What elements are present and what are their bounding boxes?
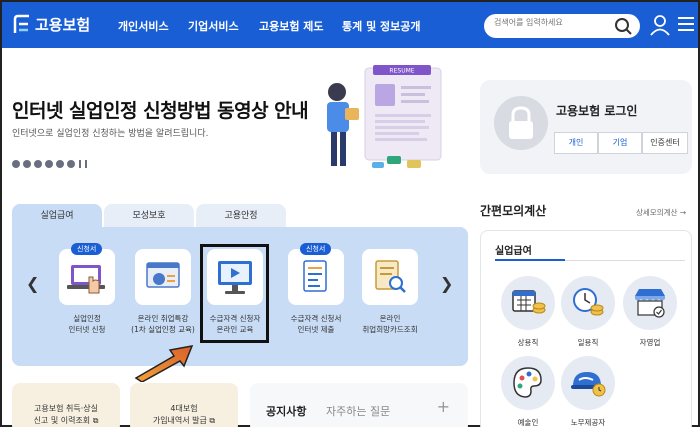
- detailed-calculation-link[interactable]: 상세모의계산 →: [636, 207, 686, 218]
- calc-self-employed[interactable]: 자영업: [622, 276, 678, 348]
- hero-illustration: RESUME: [327, 65, 442, 168]
- calculator-title: 간편모의계산: [480, 204, 547, 218]
- service-icon-box: [362, 249, 418, 305]
- top-navigation-bar: 고용보험 개인서비스 기업서비스 고용보험 제도 통계 및 정보공개: [2, 2, 698, 48]
- logo-mark-icon: [12, 13, 32, 35]
- helmet-clock-icon: [561, 356, 615, 410]
- search-box: [484, 14, 640, 38]
- certificate-center-button[interactable]: 인증센터: [642, 132, 688, 154]
- service-label: 온라인 취업특강 (1차 실업인정 교육): [131, 314, 195, 334]
- laptop-hand-icon: [67, 265, 105, 294]
- login-title: 고용보험 로그인: [556, 104, 638, 118]
- active-underline: [495, 259, 565, 261]
- notice-panel: 공지사항 자주하는 질문 +: [250, 383, 468, 427]
- calc-labor-provider[interactable]: 노무제공자: [560, 356, 616, 427]
- highlight-box: [200, 244, 269, 343]
- document-search-icon: [375, 260, 406, 293]
- plus-icon[interactable]: +: [437, 397, 450, 416]
- service-icon-box: [135, 249, 191, 305]
- tab-unemployment-benefit[interactable]: 실업급여: [12, 204, 102, 228]
- service-icon-box: 신청서: [59, 243, 115, 305]
- calc-item-label: 일용직: [577, 338, 599, 347]
- quick-link-insurance-history[interactable]: 고용보험 취득·상실 신고 및 이력조회 ⧉: [12, 383, 120, 427]
- calc-artist[interactable]: 예술인: [500, 356, 556, 427]
- login-corporate-button[interactable]: 기업: [598, 132, 642, 154]
- service-label: 온라인 취업희망카드조회: [362, 314, 418, 334]
- carousel-dot[interactable]: [34, 160, 42, 168]
- service-label: 실업인정 인터넷 신청: [68, 314, 106, 334]
- search-icon[interactable]: [614, 17, 634, 39]
- calc-item-label: 예술인: [517, 418, 539, 427]
- service-job-card-inquiry[interactable]: 온라인 취업희망카드조회: [350, 249, 430, 335]
- calc-item-label: 상용직: [517, 338, 539, 347]
- carousel-dot[interactable]: [67, 160, 75, 168]
- service-internet-submit[interactable]: 신청서 수급자격 신청서 인터넷 제출: [276, 243, 356, 335]
- tab-notice[interactable]: 공지사항: [266, 403, 306, 419]
- user-icon[interactable]: [650, 14, 670, 40]
- carousel-dot[interactable]: [12, 160, 20, 168]
- nav-statistics[interactable]: 통계 및 정보공개: [342, 18, 421, 34]
- application-badge: 신청서: [300, 243, 332, 255]
- login-card: 고용보험 로그인: [480, 80, 692, 174]
- online-lecture-icon: [146, 262, 180, 288]
- login-personal-button[interactable]: 개인: [554, 132, 598, 154]
- hero-subtitle: 인터넷으로 실업인정 신청하는 방법을 알려드립니다.: [12, 129, 209, 139]
- resume-label: RESUME: [389, 68, 414, 75]
- carousel-dot[interactable]: [23, 160, 31, 168]
- login-buttons: 개인 기업 인증센터: [554, 132, 688, 154]
- chevron-right-icon[interactable]: ❯: [440, 274, 453, 293]
- service-online-lecture[interactable]: 온라인 취업특강 (1차 실업인정 교육): [123, 249, 203, 335]
- calc-daily-worker[interactable]: 일용직: [560, 276, 616, 348]
- clock-coins-icon: [561, 276, 615, 330]
- calendar-coins-icon: [501, 276, 555, 330]
- service-icon-box: 신청서: [288, 243, 344, 305]
- logo-text: 고용보험: [35, 15, 91, 34]
- quick-link-insurance-certificate[interactable]: 4대보험 가입내역서 발급 ⧉: [130, 383, 238, 427]
- pause-icon[interactable]: [85, 160, 87, 168]
- service-internet-claim[interactable]: 신청서 실업인정 인터넷 신청: [47, 243, 127, 335]
- tab-faq[interactable]: 자주하는 질문: [326, 403, 390, 419]
- lock-icon: [494, 96, 548, 150]
- service-tabs: 실업급여 모성보호 고용안정: [12, 204, 288, 228]
- service-label: 수급자격 신청서 인터넷 제출: [290, 314, 342, 334]
- calc-regular-worker[interactable]: 상용직: [500, 276, 556, 348]
- pause-icon[interactable]: [79, 160, 81, 168]
- nav-corporate-services[interactable]: 기업서비스: [188, 18, 239, 34]
- tab-employment-stability[interactable]: 고용안정: [196, 204, 286, 228]
- calculator-subtitle: 실업급여: [495, 246, 532, 257]
- external-link-icon: ⧉: [206, 416, 216, 425]
- palette-icon: [501, 356, 555, 410]
- nav-insurance-system[interactable]: 고용보험 제도: [259, 18, 324, 34]
- carousel-dot[interactable]: [45, 160, 53, 168]
- pointer-arrow-icon: [134, 345, 194, 382]
- chevron-left-icon[interactable]: ❮: [26, 274, 39, 293]
- calc-item-label: 자영업: [639, 338, 661, 347]
- document-icon: [303, 260, 327, 292]
- carousel-dot[interactable]: [56, 160, 64, 168]
- calc-item-label: 노무제공자: [570, 418, 606, 427]
- store-icon: [623, 276, 677, 330]
- external-link-icon: ⧉: [90, 416, 99, 425]
- hero-title[interactable]: 인터넷 실업인정 신청방법 동영상 안내: [12, 96, 309, 123]
- tab-maternity-protection[interactable]: 모성보호: [104, 204, 194, 228]
- site-logo[interactable]: 고용보험: [12, 13, 90, 35]
- application-badge: 신청서: [71, 243, 103, 255]
- carousel-indicator: [12, 160, 87, 168]
- hamburger-menu-icon[interactable]: [677, 16, 695, 36]
- search-input[interactable]: [494, 18, 612, 27]
- nav-personal-services[interactable]: 개인서비스: [118, 18, 169, 34]
